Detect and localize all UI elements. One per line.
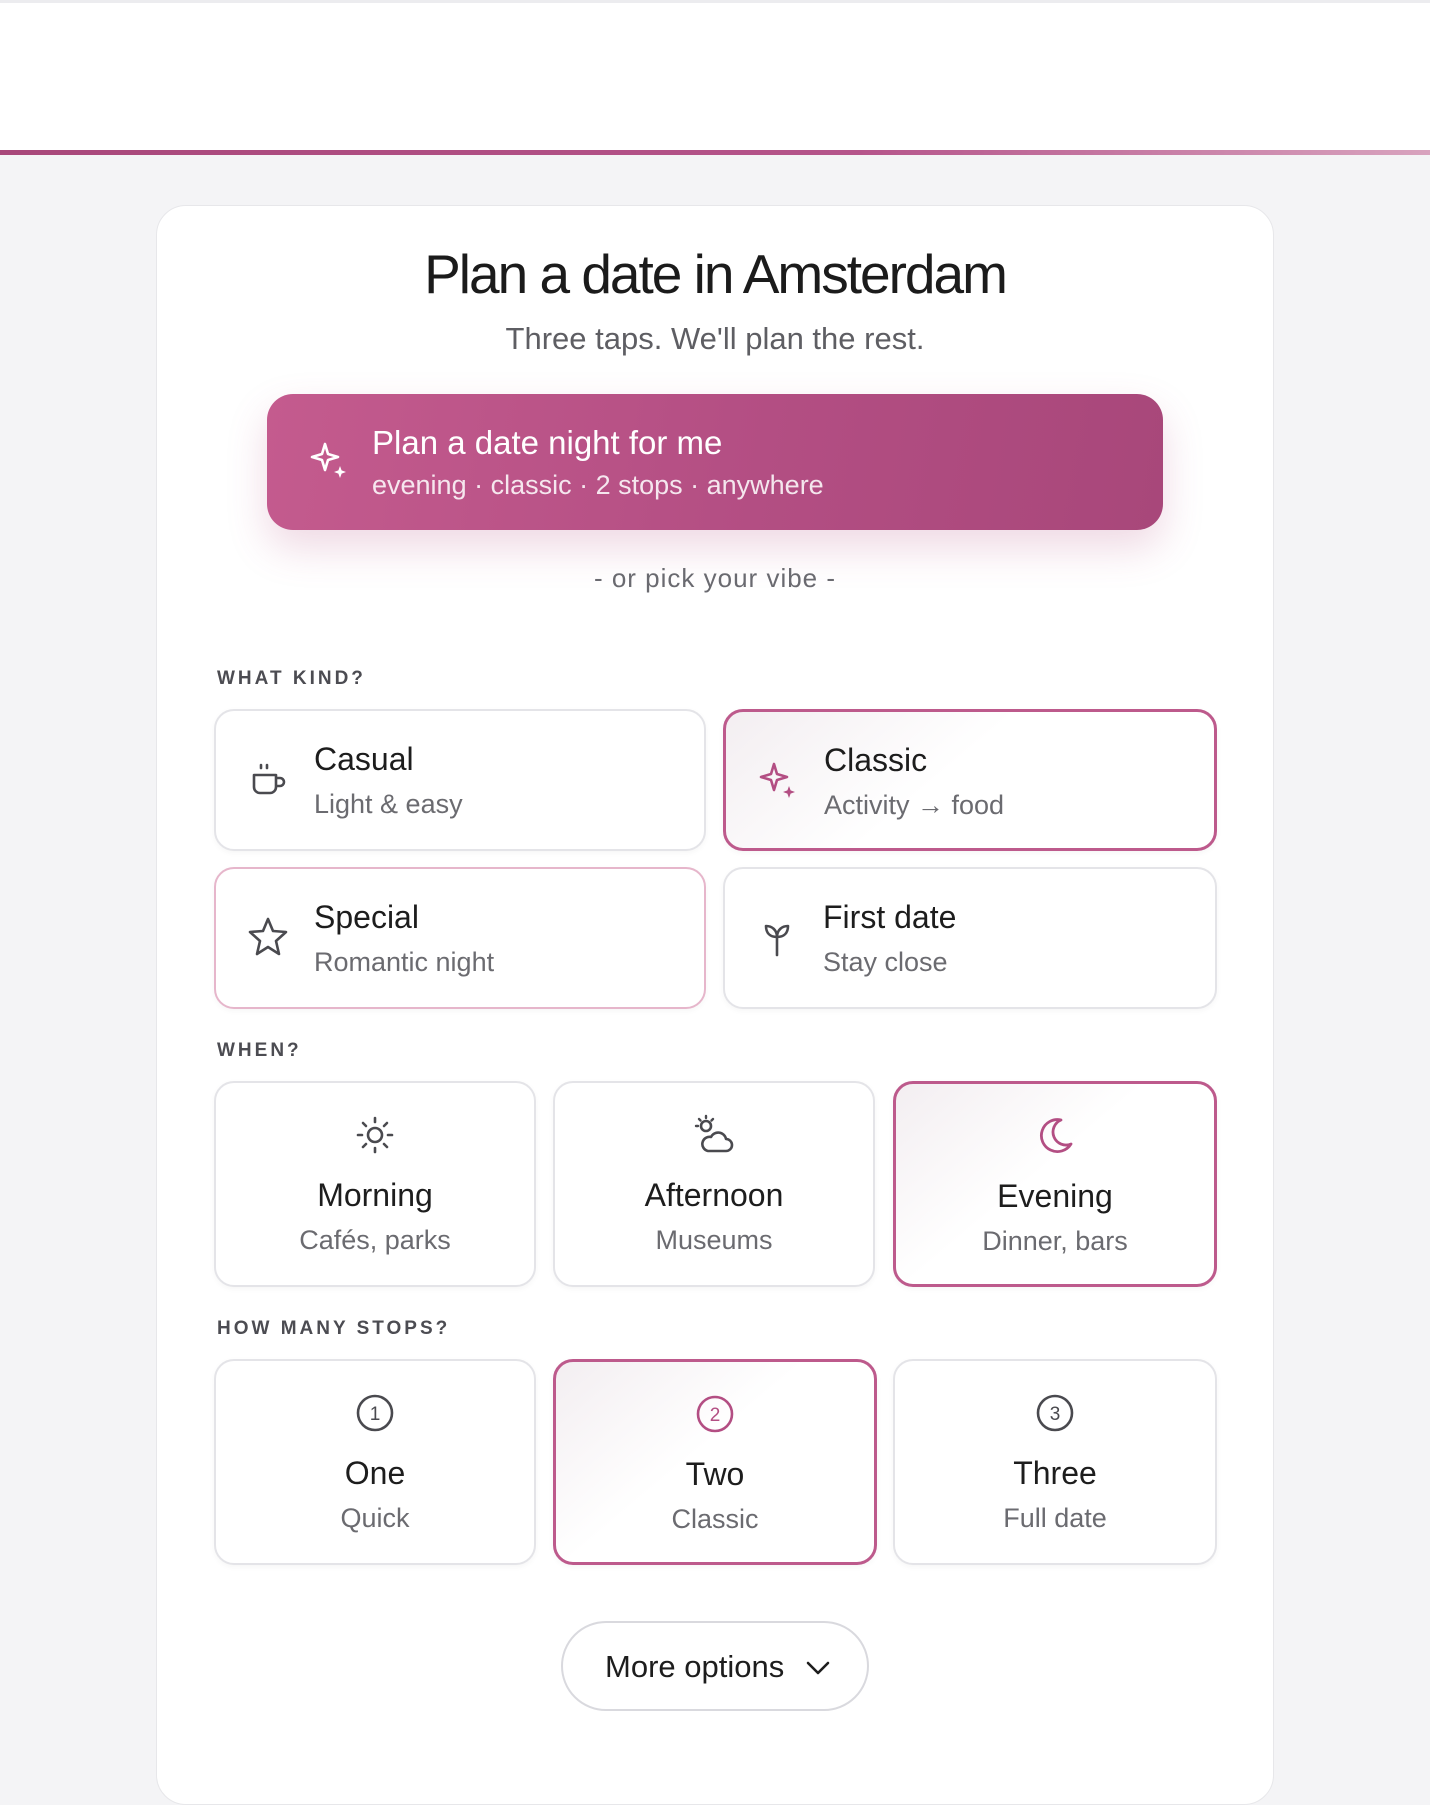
circle-1-icon: 1 <box>356 1394 394 1432</box>
option-label: Casual <box>314 741 414 777</box>
kind-option-classic[interactable]: Classic Activity → food <box>723 709 1217 851</box>
page-title: Plan a date in Amsterdam <box>424 243 1008 305</box>
stops-option-one[interactable]: 1 One Quick <box>214 1359 536 1565</box>
chevron-down-icon <box>806 1661 830 1675</box>
vibe-divider: - or pick your vibe - <box>593 563 837 593</box>
option-label: Two <box>685 1456 745 1492</box>
option-label: Classic <box>824 742 928 778</box>
svg-text:1: 1 <box>370 1404 381 1425</box>
sun-cloud-icon <box>694 1114 734 1153</box>
section-label-stops: HOW MANY STOPS? <box>217 1318 451 1339</box>
option-sublabel: Romantic night <box>314 947 495 977</box>
more-options-label: More options <box>605 1649 785 1684</box>
option-label: Special <box>314 899 419 935</box>
circle-2-icon: 2 <box>696 1395 734 1433</box>
sprout-icon <box>764 924 790 957</box>
when-option-evening[interactable]: Evening Dinner, bars <box>893 1081 1217 1287</box>
option-sublabel: Museums <box>655 1225 773 1255</box>
kind-option-special[interactable]: Special Romantic night <box>214 867 706 1009</box>
sparkle-icon <box>759 762 795 798</box>
when-option-morning[interactable]: Morning Cafés, parks <box>214 1081 536 1287</box>
option-label: Evening <box>997 1178 1113 1214</box>
option-sublabel: Activity → food <box>824 790 1005 820</box>
option-label: One <box>344 1455 406 1491</box>
option-label: Three <box>1013 1455 1097 1491</box>
sun-icon <box>356 1116 394 1154</box>
option-sublabel: Stay close <box>823 947 948 977</box>
option-sublabel: Classic <box>671 1504 759 1534</box>
hero-summary: evening · classic · 2 stops · anywhere <box>372 470 824 500</box>
option-sublabel: Quick <box>340 1503 410 1533</box>
moon-icon <box>1039 1118 1073 1153</box>
circle-3-icon: 3 <box>1036 1394 1074 1432</box>
header-accent-line <box>0 150 1430 155</box>
hero-title: Plan a date night for me <box>372 424 723 461</box>
option-sublabel: Light & easy <box>314 789 463 819</box>
star-icon <box>248 917 288 956</box>
option-label: First date <box>823 899 957 935</box>
option-sublabel: Dinner, bars <box>982 1226 1128 1256</box>
section-label-kind: WHAT KIND? <box>217 668 366 689</box>
svg-text:2: 2 <box>710 1405 721 1426</box>
top-header-bar <box>0 0 1430 155</box>
more-options-button[interactable]: More options <box>561 1621 869 1711</box>
option-label: Afternoon <box>644 1177 784 1213</box>
when-option-afternoon[interactable]: Afternoon Museums <box>553 1081 875 1287</box>
option-label: Morning <box>317 1177 433 1213</box>
svg-text:3: 3 <box>1050 1404 1061 1425</box>
option-sublabel: Full date <box>1003 1503 1107 1533</box>
page-subtitle: Three taps. We'll plan the rest. <box>505 321 925 356</box>
section-label-when: WHEN? <box>217 1040 302 1061</box>
coffee-cup-icon <box>252 763 286 795</box>
kind-option-casual[interactable]: Casual Light & easy <box>214 709 706 851</box>
plan-for-me-button[interactable]: Plan a date night for me evening · class… <box>267 394 1163 530</box>
stops-option-two[interactable]: 2 Two Classic <box>553 1359 877 1565</box>
sparkle-icon <box>310 442 346 478</box>
planner-card: Plan a date in Amsterdam Three taps. We'… <box>156 205 1274 1805</box>
kind-option-first-date[interactable]: First date Stay close <box>723 867 1217 1009</box>
option-sublabel: Cafés, parks <box>299 1225 451 1255</box>
stops-option-three[interactable]: 3 Three Full date <box>893 1359 1217 1565</box>
